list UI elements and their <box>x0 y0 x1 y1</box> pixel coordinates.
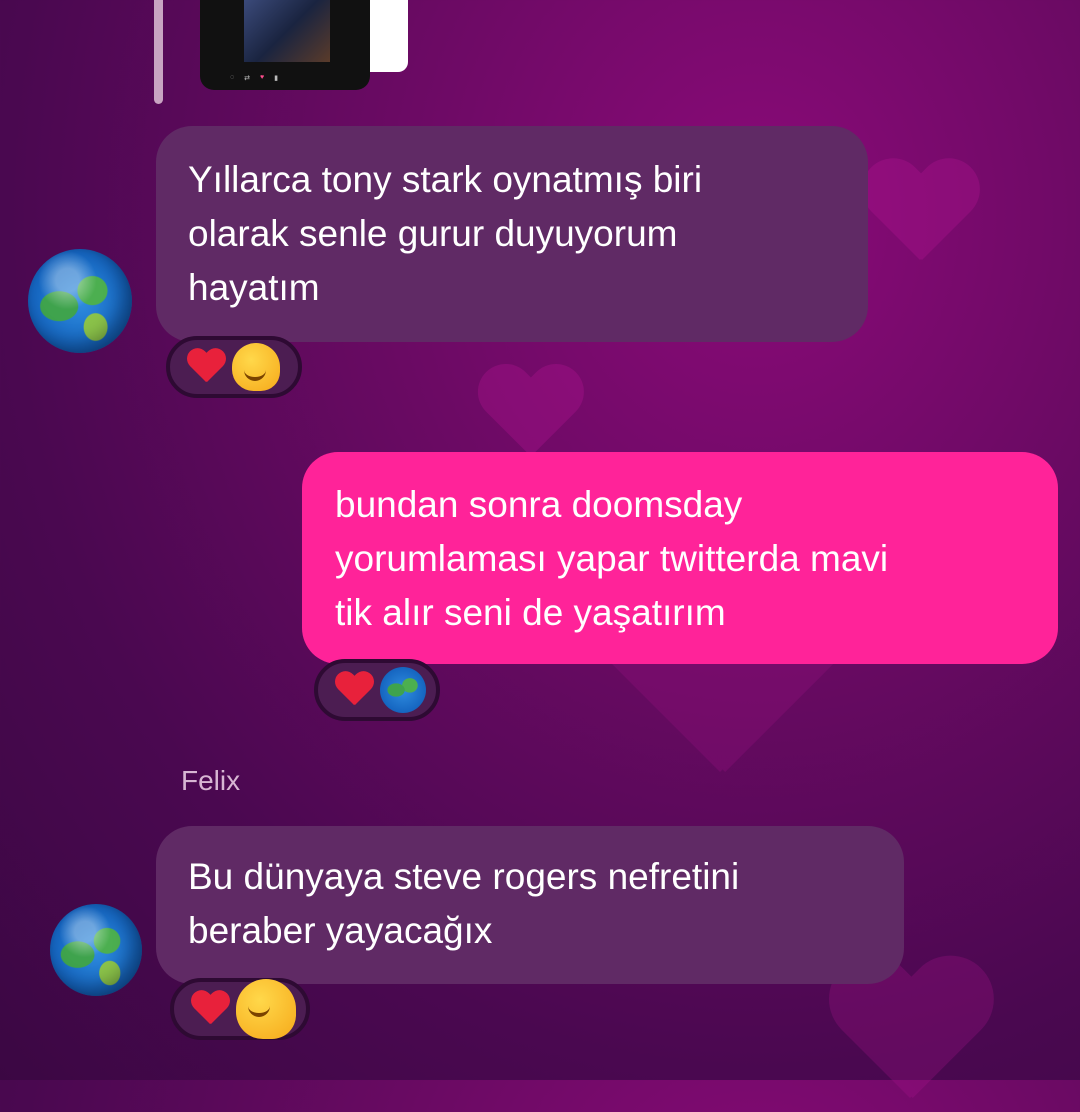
contact-avatar-globe-icon[interactable] <box>50 904 142 996</box>
like-icon: ♥ <box>260 74 265 81</box>
melting-face-icon <box>236 979 296 1039</box>
comment-icon: ◌ <box>230 74 235 81</box>
message-text-line: Bu dünyaya steve rogers nefretini <box>188 856 740 897</box>
video-frame <box>244 0 330 62</box>
outgoing-message-bubble[interactable]: bundan sonra doomsday yorumlaması yapar … <box>302 452 1058 664</box>
reply-indicator-line <box>154 0 163 104</box>
background-heart-decoration <box>860 160 980 270</box>
post-stats-icons: ◌ ⇄ ♥ ▮ <box>230 74 350 84</box>
message-text-line: beraber yayacağıx <box>188 910 493 951</box>
red-heart-icon <box>334 672 374 708</box>
red-heart-icon <box>190 991 230 1027</box>
contact-avatar-globe-icon[interactable] <box>28 249 132 353</box>
message-reactions[interactable] <box>170 978 310 1040</box>
thumbnail-preview: ◌ ⇄ ♥ ▮ <box>200 0 370 90</box>
incoming-message-bubble[interactable]: Yıllarca tony stark oynatmış biri olarak… <box>156 126 868 342</box>
message-text-line: tik alır seni de yaşatırım <box>335 592 726 633</box>
message-text-line: olarak senle gurur duyuyorum <box>188 213 678 254</box>
melting-face-icon <box>232 343 280 391</box>
message-reactions[interactable] <box>314 659 440 721</box>
message-reactions[interactable] <box>166 336 302 398</box>
globe-icon <box>380 667 426 713</box>
sender-name-label: Felix <box>181 765 241 796</box>
red-heart-icon <box>186 349 226 385</box>
shared-video-thumbnail[interactable]: ◌ ⇄ ♥ ▮ <box>200 0 410 90</box>
views-icon: ▮ <box>274 75 279 82</box>
message-text-line: hayatım <box>188 267 320 308</box>
repost-icon: ⇄ <box>244 75 251 82</box>
background-heart-decoration <box>476 366 584 465</box>
message-text-line: bundan sonra doomsday <box>335 484 743 525</box>
message-text-line: Yıllarca tony stark oynatmış biri <box>188 159 703 200</box>
message-text-line: yorumlaması yapar twitterda mavi <box>335 538 889 579</box>
incoming-message-bubble[interactable]: Bu dünyaya steve rogers nefretini berabe… <box>156 826 904 984</box>
